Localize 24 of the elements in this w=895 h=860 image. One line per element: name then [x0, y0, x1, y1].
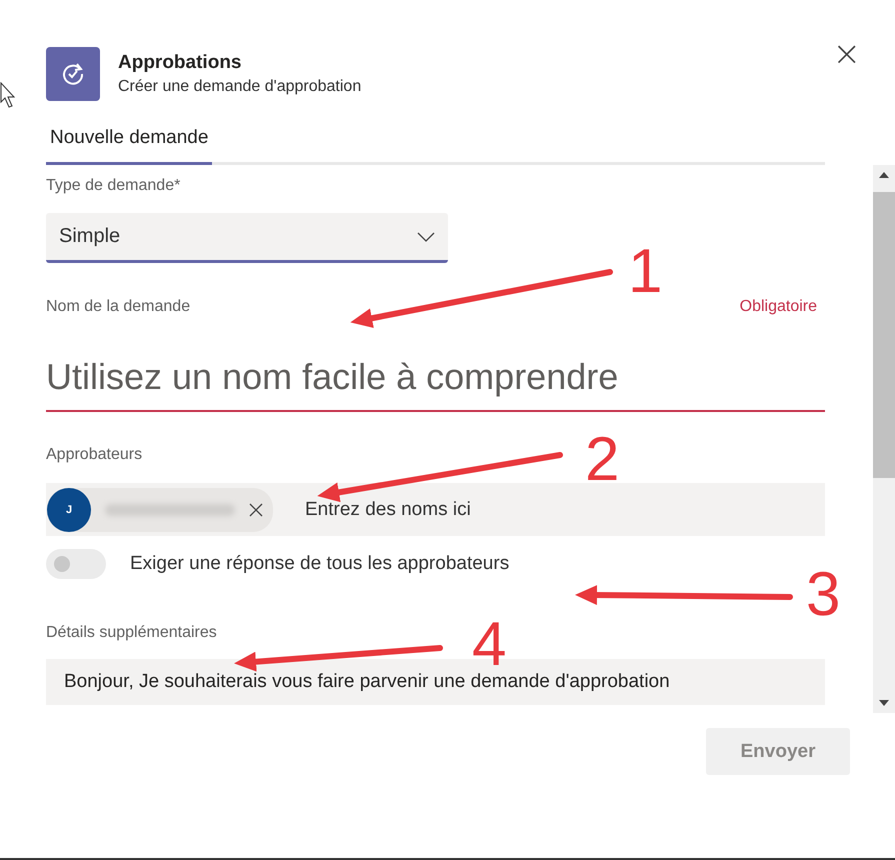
annotation-number: 1 — [628, 237, 662, 306]
type-dropdown[interactable]: Simple — [46, 213, 448, 263]
approvers-field[interactable]: J Entrez des noms ici — [46, 483, 825, 536]
avatar: J — [47, 488, 91, 532]
field-label: Nom de la demande — [46, 298, 190, 316]
field-label: Type de demande* — [46, 177, 182, 195]
toggle-label: Exiger une réponse de tous les approbateurs — [130, 553, 510, 575]
close-button[interactable]: × — [828, 37, 865, 71]
scrollbar[interactable] — [873, 165, 895, 713]
field-label: Approbateurs — [46, 446, 144, 464]
app-icon — [46, 47, 100, 101]
close-icon[interactable] — [249, 502, 263, 516]
person-chip[interactable]: J — [47, 488, 273, 532]
app-subtitle: Créer une demande d'approbation — [118, 78, 362, 96]
scroll-up-icon[interactable] — [879, 172, 889, 178]
field-label: Détails supplémentaires — [46, 624, 218, 642]
scroll-down-icon[interactable] — [879, 700, 889, 706]
annotation-number: 3 — [806, 560, 840, 629]
tab[interactable]: Nouvelle demande — [46, 121, 212, 165]
chevron-down-icon — [417, 232, 435, 242]
required-label: Obligatoire — [740, 298, 817, 316]
approvers-placeholder: Entrez des noms ici — [305, 498, 471, 520]
toggle-switch[interactable] — [46, 549, 106, 579]
app-title: Approbations — [118, 52, 242, 74]
